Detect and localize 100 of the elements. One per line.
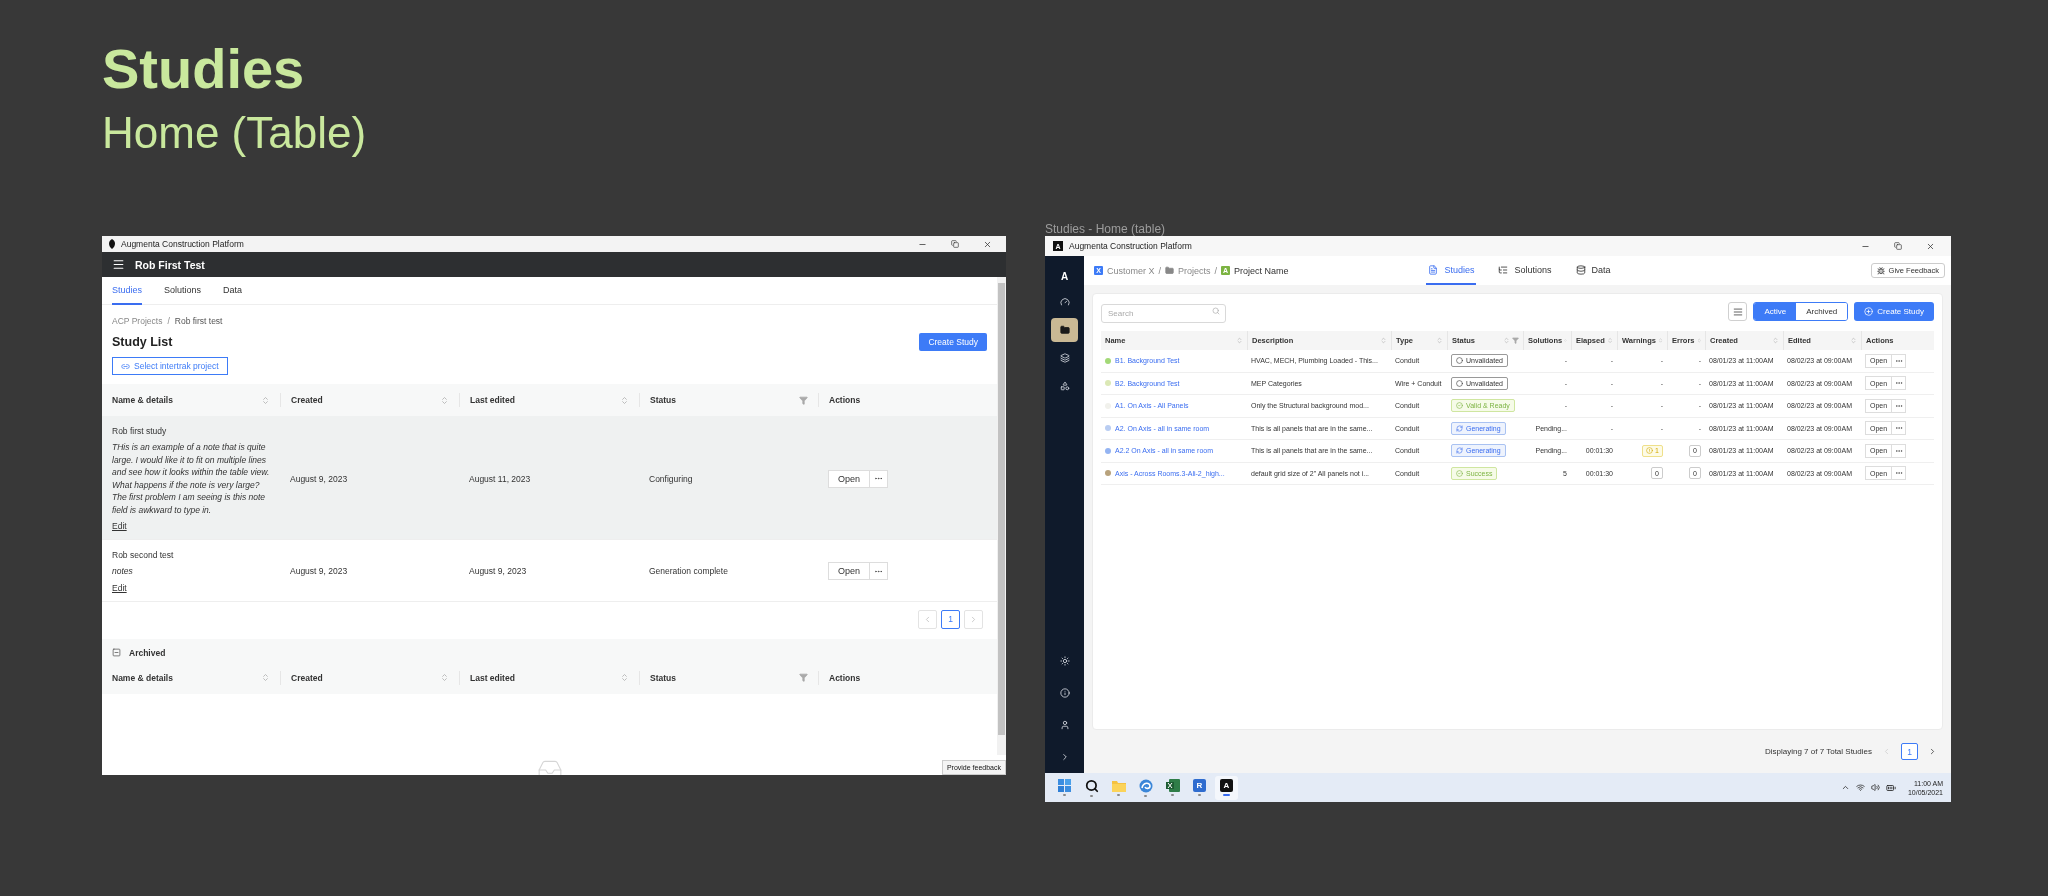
breadcrumb-link[interactable]: Projects [1178, 265, 1211, 276]
tab[interactable]: Studies [1426, 256, 1477, 285]
restore-icon[interactable] [951, 239, 959, 248]
swirl-icon [1138, 778, 1153, 793]
tab[interactable]: Solutions [164, 277, 202, 305]
table-cell-text: August 9, 2023 [289, 566, 349, 577]
more-button[interactable] [1892, 466, 1907, 481]
list-icon [1732, 306, 1743, 317]
close-icon[interactable] [983, 239, 992, 249]
window-title: Augmenta Construction Platform [1069, 241, 1193, 251]
edit-link[interactable]: Edit [112, 582, 127, 593]
bug-icon [1876, 266, 1885, 275]
window-title: Augmenta Construction Platform [121, 239, 245, 249]
chevron-left-icon [1882, 747, 1891, 756]
sidebar-item[interactable] [1051, 318, 1078, 342]
sort-icon[interactable] [261, 395, 270, 405]
volume-icon[interactable] [1870, 783, 1880, 792]
study-note: notes [112, 565, 134, 578]
folder-icon [1165, 266, 1175, 275]
tab[interactable]: Data [1573, 256, 1613, 285]
sort-icon[interactable] [261, 673, 270, 682]
results-summary: Displaying 7 of 7 Total Studies [1764, 747, 1872, 756]
breadcrumb-link[interactable]: Customer X [1107, 265, 1155, 276]
circle-icon [1456, 357, 1463, 365]
close-icon[interactable] [1926, 241, 1935, 251]
refresh-icon [1456, 424, 1463, 432]
create-study-button[interactable]: Create Study [1854, 302, 1934, 321]
wifi-icon[interactable] [1855, 783, 1865, 792]
more-button[interactable] [1892, 353, 1907, 368]
sort-icon[interactable] [440, 673, 449, 682]
column-header: Name & details [112, 672, 173, 683]
layers-icon [1059, 353, 1070, 363]
link-icon [121, 361, 130, 371]
breadcrumb-separator: / [1158, 265, 1162, 276]
column-header: Created [291, 672, 323, 683]
check-circle-icon [1456, 469, 1463, 477]
column-header: Created [291, 395, 323, 405]
windows-icon [1058, 779, 1071, 792]
battery-icon[interactable] [1885, 782, 1896, 793]
spreadsheet-icon [1165, 779, 1180, 792]
section-title: Archived [129, 647, 166, 658]
tab[interactable]: Solutions [1496, 256, 1554, 285]
select-project-button[interactable]: Select intertrak project [112, 357, 228, 375]
study-name: Rob first study [112, 426, 168, 436]
page-button[interactable]: 1 [1901, 743, 1918, 760]
next-page-button[interactable] [1928, 747, 1937, 756]
chevron-right-icon [969, 614, 978, 624]
user-icon [1059, 720, 1070, 730]
list-view-button[interactable] [1728, 302, 1748, 321]
search-icon [1212, 307, 1220, 315]
breadcrumb-link[interactable]: ACP Projects [112, 316, 163, 326]
tab[interactable]: Data [223, 277, 243, 305]
taskbar-button[interactable]: A [1215, 775, 1238, 800]
create-study-button[interactable]: Create Study [919, 333, 987, 351]
search-icon [1084, 778, 1099, 793]
search-field[interactable]: Search [1101, 304, 1226, 323]
more-button[interactable] [1892, 421, 1907, 436]
folder-icon [1111, 779, 1126, 792]
taskbar-button[interactable]: R [1188, 775, 1211, 800]
refresh-icon [1456, 447, 1463, 455]
open-button[interactable]: Open [828, 562, 871, 581]
sidebar-logo: A [1060, 269, 1069, 284]
more-icon [874, 474, 884, 483]
column-header: Status [650, 395, 676, 405]
study-name: Rob second test [112, 550, 175, 560]
page-button[interactable]: 1 [941, 609, 960, 629]
folder-icon [1059, 325, 1070, 335]
more-button[interactable] [1892, 398, 1907, 413]
shapes-icon [1059, 381, 1070, 391]
circle-icon [1456, 379, 1463, 387]
table-cell-text: Generation complete [648, 566, 729, 577]
column-header: Actions [829, 395, 861, 405]
filter-icon[interactable] [1512, 337, 1519, 344]
leaf-icon [108, 239, 116, 249]
plus-circle-icon [1864, 307, 1874, 316]
filter-icon[interactable] [799, 395, 808, 405]
chevron-up-icon[interactable] [1840, 783, 1850, 792]
more-button[interactable] [1892, 376, 1907, 391]
frame-label: Studies - Home (table) [1045, 222, 1166, 236]
breadcrumb-separator: / [167, 316, 170, 326]
edit-link[interactable]: Edit [112, 521, 127, 531]
restore-icon[interactable] [1894, 241, 1902, 250]
sort-icon[interactable] [620, 673, 629, 682]
open-button[interactable]: Open [828, 469, 871, 488]
column-header: Last edited [470, 395, 515, 405]
chevron-right-icon [1928, 747, 1937, 756]
info-icon [1059, 688, 1070, 698]
filter-toggle[interactable]: Active [1754, 303, 1797, 320]
filter-icon[interactable] [799, 673, 808, 682]
sort-icon[interactable] [620, 395, 629, 405]
tab[interactable]: Studies [112, 277, 143, 305]
scrollbar[interactable] [997, 277, 1006, 755]
gauge-icon [1059, 297, 1070, 307]
menu-icon[interactable] [112, 258, 125, 271]
page-subtitle: Home (Table) [102, 107, 368, 159]
sort-icon[interactable] [440, 395, 449, 405]
more-button[interactable] [1892, 443, 1907, 458]
sun-icon [1059, 656, 1070, 666]
collapse-icon[interactable] [112, 648, 121, 657]
table-row[interactable] [102, 416, 997, 540]
